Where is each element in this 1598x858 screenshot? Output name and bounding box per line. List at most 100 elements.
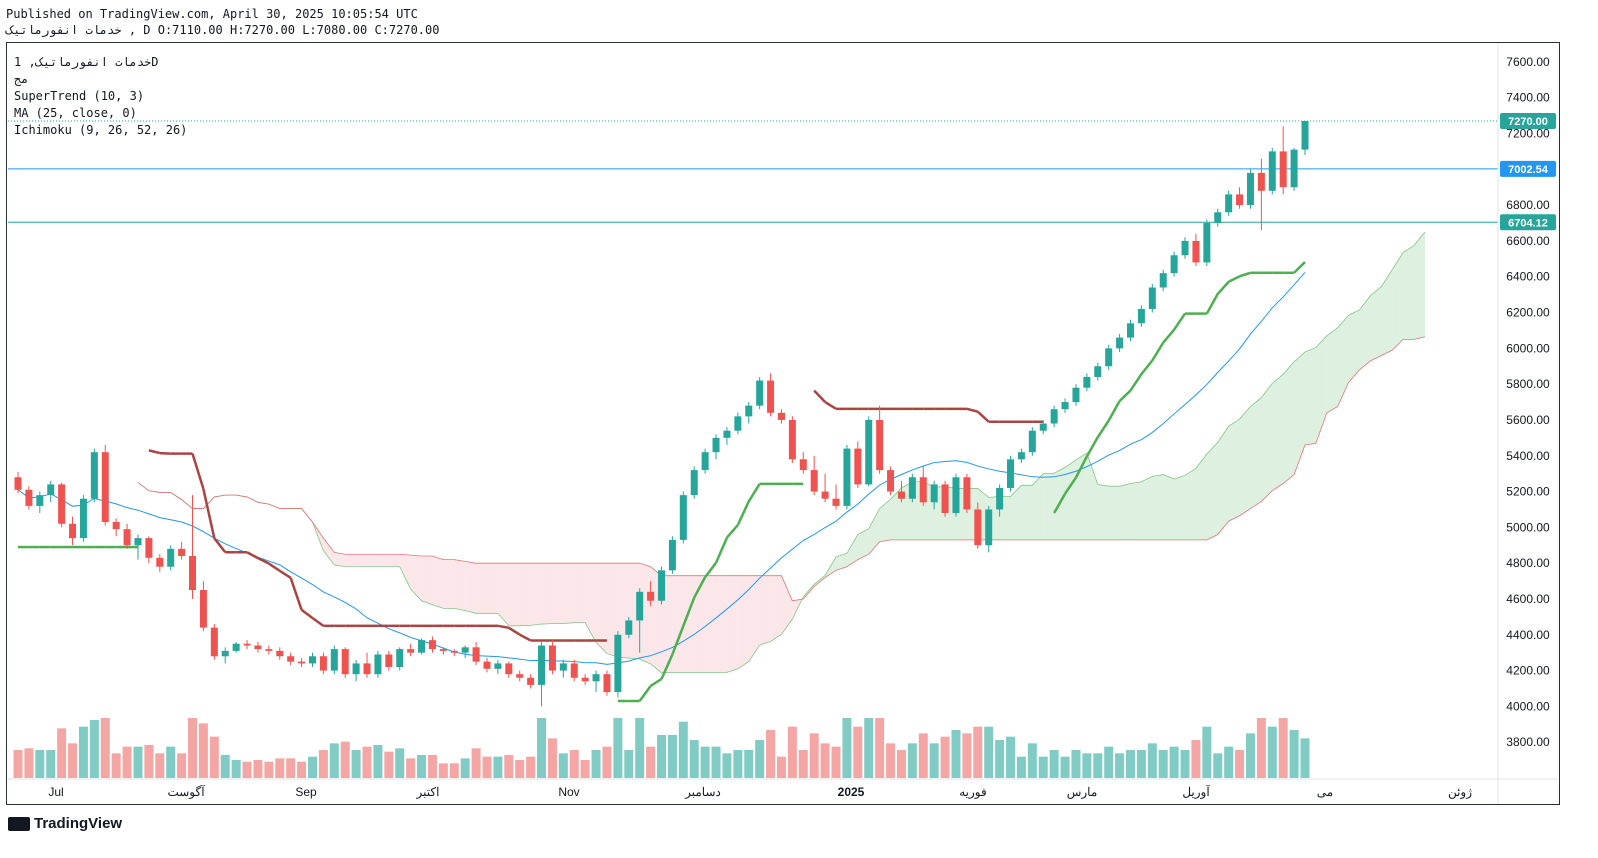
cloud-segment — [1195, 453, 1207, 540]
volume-bar — [1136, 750, 1146, 778]
price-tick: 5200.00 — [1506, 485, 1550, 499]
time-tick: می — [1317, 785, 1333, 799]
candle-body — [1083, 376, 1091, 388]
cloud-segment — [486, 563, 498, 614]
candle-body — [919, 477, 927, 503]
cloud-segment — [1174, 475, 1186, 540]
footer-brand[interactable]: TradingView — [8, 815, 122, 832]
volume-bar — [875, 718, 885, 778]
cloud-segment — [476, 563, 487, 614]
cloud-segment — [1370, 286, 1382, 361]
volume-bar — [537, 718, 547, 778]
price-chart[interactable]: 3800.00 4000.00 4200.00 4400.00 4600.00 4800.… — [0, 0, 1598, 858]
cloud-segment — [443, 559, 455, 609]
cloud-segment — [541, 563, 553, 625]
supertrend-segment — [1205, 293, 1219, 315]
volume-bar — [188, 718, 198, 778]
legend-symbol[interactable]: خدمات انفورماتیک, 1D — [14, 54, 187, 71]
cloud-segment — [1261, 383, 1273, 502]
time-axis[interactable]: Jul آگوست Sep اکتبر Nov دسامبر 2025 فوریه مارس آو… — [8, 778, 1559, 799]
candle-body — [58, 484, 66, 524]
volume-bar — [558, 753, 568, 778]
price-tick: 6800.00 — [1506, 198, 1550, 212]
supertrend-segment — [1239, 271, 1251, 278]
volume-bar — [1027, 743, 1037, 778]
volume-bar — [1038, 756, 1048, 778]
candle-body — [1094, 366, 1102, 377]
candle-body — [865, 419, 873, 485]
candle-body — [505, 663, 513, 675]
cloud-segment — [1163, 474, 1175, 540]
volume-bar — [569, 750, 579, 778]
supertrend-segment — [159, 451, 171, 455]
volume-bar — [547, 738, 557, 778]
volume-bar — [1060, 756, 1070, 778]
volume-bar — [1049, 750, 1059, 778]
price-label-text: 7002.54 — [1508, 164, 1549, 176]
candle-body — [581, 677, 589, 682]
candle-body — [1268, 151, 1276, 191]
candle-body — [679, 495, 687, 540]
volume-bar — [209, 736, 219, 778]
volume-bar — [471, 748, 481, 778]
cloud-segment — [563, 563, 575, 624]
supertrend-segment — [289, 577, 303, 611]
cloud-segment — [1043, 473, 1055, 540]
candle-body — [308, 656, 316, 664]
candle-body — [799, 459, 807, 471]
volume-bar — [177, 753, 187, 778]
cloud-segment — [574, 563, 586, 623]
candle-body — [494, 663, 502, 669]
price-tick: 3800.00 — [1506, 735, 1550, 749]
volume-bar — [111, 753, 121, 778]
time-tick: اکتبر — [416, 785, 440, 799]
volume-bar — [46, 750, 56, 778]
cloud-segment — [410, 555, 422, 601]
cloud-segment — [1010, 485, 1022, 540]
volume-bar — [307, 756, 317, 778]
legend-ichimoku[interactable]: Ichimoku (9, 26, 52, 26) — [14, 122, 187, 139]
legend-ma[interactable]: MA (25, close, 0) — [14, 105, 187, 122]
supertrend-segment — [1173, 312, 1187, 331]
candle-body — [330, 649, 338, 671]
supertrend-segment — [725, 524, 739, 539]
legend-exchange: مج — [14, 72, 29, 86]
candle-body — [287, 656, 295, 662]
candle-body — [1225, 194, 1233, 213]
candle-body — [1017, 452, 1025, 460]
cloud-segment — [1108, 486, 1120, 540]
candle-body — [276, 650, 284, 657]
volume-bar — [297, 761, 307, 778]
candle-body — [1159, 273, 1167, 288]
price-tick: 6600.00 — [1506, 234, 1550, 248]
cloud-segment — [432, 556, 444, 609]
volume-bar — [1180, 750, 1190, 778]
candle-body — [876, 419, 884, 471]
candle-body — [887, 470, 895, 492]
supertrend-segment — [1107, 400, 1121, 422]
candle-body — [1279, 151, 1287, 188]
cloud-segment — [1097, 484, 1109, 540]
candle-body — [341, 649, 349, 675]
price-axis[interactable]: 3800.00 4000.00 4200.00 4400.00 4600.00 4800.… — [1497, 43, 1550, 804]
volume-bar — [286, 758, 296, 778]
cloud-segment — [1294, 351, 1305, 475]
cloud-segment — [421, 556, 433, 605]
candle-body — [952, 477, 960, 514]
volume-bar — [1115, 753, 1125, 778]
volume-bar — [744, 750, 754, 778]
candle-body — [243, 643, 251, 646]
candle-body — [647, 591, 655, 601]
volume-bar — [1213, 753, 1223, 778]
candle-body — [156, 557, 164, 567]
candle-body — [1236, 194, 1244, 206]
price-tick: 6400.00 — [1506, 270, 1550, 284]
volume-bar — [395, 748, 405, 778]
candle-body — [821, 491, 829, 499]
volume-bar — [275, 758, 285, 778]
volume-bar — [962, 733, 972, 778]
candle-body — [1301, 120, 1309, 150]
candle-body — [483, 661, 491, 669]
legend-supertrend[interactable]: SuperTrend (10, 3) — [14, 88, 187, 105]
supertrend-segment — [1096, 419, 1110, 438]
